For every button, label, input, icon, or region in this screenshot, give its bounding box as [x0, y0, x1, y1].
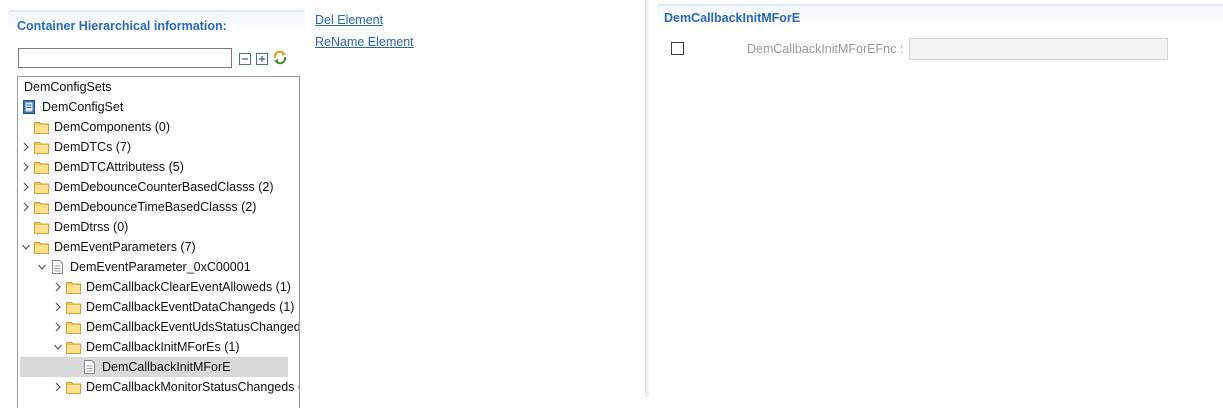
collapse-all-icon[interactable]: [239, 53, 251, 65]
folder-icon: [34, 242, 49, 254]
chevron-right-icon[interactable]: [22, 162, 30, 172]
chevron-right-icon[interactable]: [54, 282, 62, 292]
chevron-down-icon[interactable]: [22, 242, 30, 252]
tree-item[interactable]: DemCallbackEventUdsStatusChangeds (1): [18, 317, 300, 337]
tree-item[interactable]: DemConfigSets: [18, 77, 297, 97]
folder-icon: [34, 202, 49, 214]
tree-item[interactable]: DemDtrss (0): [18, 217, 297, 237]
rename-element-link[interactable]: ReName Element: [315, 35, 414, 49]
chevron-right-icon[interactable]: [22, 142, 30, 152]
container-tree: DemConfigSets DemConfigSet DemComponents (…: [17, 76, 300, 408]
tree-item-label: DemComponents (0): [54, 120, 171, 134]
folder-icon: [34, 222, 49, 234]
fnc-enable-checkbox[interactable]: [671, 42, 684, 55]
tree-item-label: DemCallbackEventDataChangeds (1): [86, 300, 295, 314]
chevron-down-icon[interactable]: [38, 262, 46, 272]
panel-divider[interactable]: [645, 0, 649, 397]
detail-panel-header: DemCallbackInitMForE: [657, 4, 1223, 30]
tree-item-label: DemCallbackInitMForEs (1): [86, 340, 240, 354]
folder-icon: [34, 122, 49, 134]
folder-icon: [66, 322, 81, 334]
expand-all-icon[interactable]: [256, 53, 268, 65]
chevron-right-icon[interactable]: [22, 202, 30, 212]
tree-item[interactable]: DemDebounceTimeBasedClasss (2): [18, 197, 297, 217]
tree-item-label: DemCallbackClearEventAlloweds (1): [86, 280, 291, 294]
tree-item-label: DemDebounceTimeBasedClasss (2): [54, 200, 257, 214]
config-set-icon: [23, 100, 35, 114]
tree-item[interactable]: DemComponents (0): [18, 117, 297, 137]
folder-icon: [34, 142, 49, 154]
chevron-right-icon[interactable]: [54, 302, 62, 312]
folder-icon: [66, 282, 81, 294]
tree-item-label: DemConfigSets: [24, 80, 112, 94]
tree-item-label: DemConfigSet: [42, 100, 124, 114]
tree-item[interactable]: DemDTCAttributess (5): [18, 157, 297, 177]
tree-item[interactable]: DemCallbackMonitorStatusChangeds (1): [18, 377, 300, 397]
panel-title: Container Hierarchical information:: [17, 19, 227, 33]
chevron-right-icon[interactable]: [22, 182, 30, 192]
tree-item[interactable]: DemCallbackInitMForE: [20, 357, 288, 377]
chevron-right-icon[interactable]: [54, 382, 62, 392]
document-icon: [52, 260, 63, 274]
container-hierarchy-panel: Container Hierarchical information: DemC…: [8, 10, 305, 408]
detail-panel-title: DemCallbackInitMForE: [664, 11, 801, 25]
tree-item[interactable]: DemCallbackInitMForEs (1): [18, 337, 297, 357]
folder-icon: [34, 182, 49, 194]
folder-icon: [66, 382, 81, 394]
folder-icon: [34, 162, 49, 174]
folder-icon: [66, 302, 81, 314]
tree-item-label: DemEventParameters (7): [54, 240, 196, 254]
tree-item-label: DemDTCAttributess (5): [54, 160, 184, 174]
chevron-right-icon[interactable]: [54, 322, 62, 332]
chevron-down-icon[interactable]: [54, 342, 62, 352]
fnc-field-input[interactable]: [909, 38, 1168, 60]
folder-icon: [66, 342, 81, 354]
sync-icon[interactable]: [273, 50, 287, 65]
tree-item-label: DemDtrss (0): [54, 220, 129, 234]
del-element-link[interactable]: Del Element: [315, 13, 383, 27]
tree-item[interactable]: DemDTCs (7): [18, 137, 297, 157]
tree-item-label: DemCallbackEventUdsStatusChangeds (1): [86, 320, 300, 334]
tree-filter-input[interactable]: [18, 48, 232, 68]
tree-item-label: DemDebounceCounterBasedClasss (2): [54, 180, 274, 194]
tree-item-label: DemEventParameter_0xC00001: [70, 260, 251, 274]
tree-item[interactable]: DemDebounceCounterBasedClasss (2): [18, 177, 297, 197]
fnc-field-label: DemCallbackInitMForEFnc :: [747, 42, 904, 56]
tree-item-label: DemCallbackInitMForE: [102, 360, 231, 374]
document-icon: [84, 360, 95, 374]
tree-item[interactable]: DemCallbackClearEventAlloweds (1): [18, 277, 297, 297]
tree-item[interactable]: DemCallbackEventDataChangeds (1): [18, 297, 297, 317]
tree-item[interactable]: DemConfigSet: [18, 97, 297, 117]
panel-header: Container Hierarchical information:: [8, 10, 305, 38]
tree-item[interactable]: DemEventParameters (7): [18, 237, 297, 257]
tree-item[interactable]: DemEventParameter_0xC00001: [18, 257, 297, 277]
tree-item-label: DemCallbackMonitorStatusChangeds (1): [86, 380, 300, 394]
tree-item-label: DemDTCs (7): [54, 140, 132, 154]
